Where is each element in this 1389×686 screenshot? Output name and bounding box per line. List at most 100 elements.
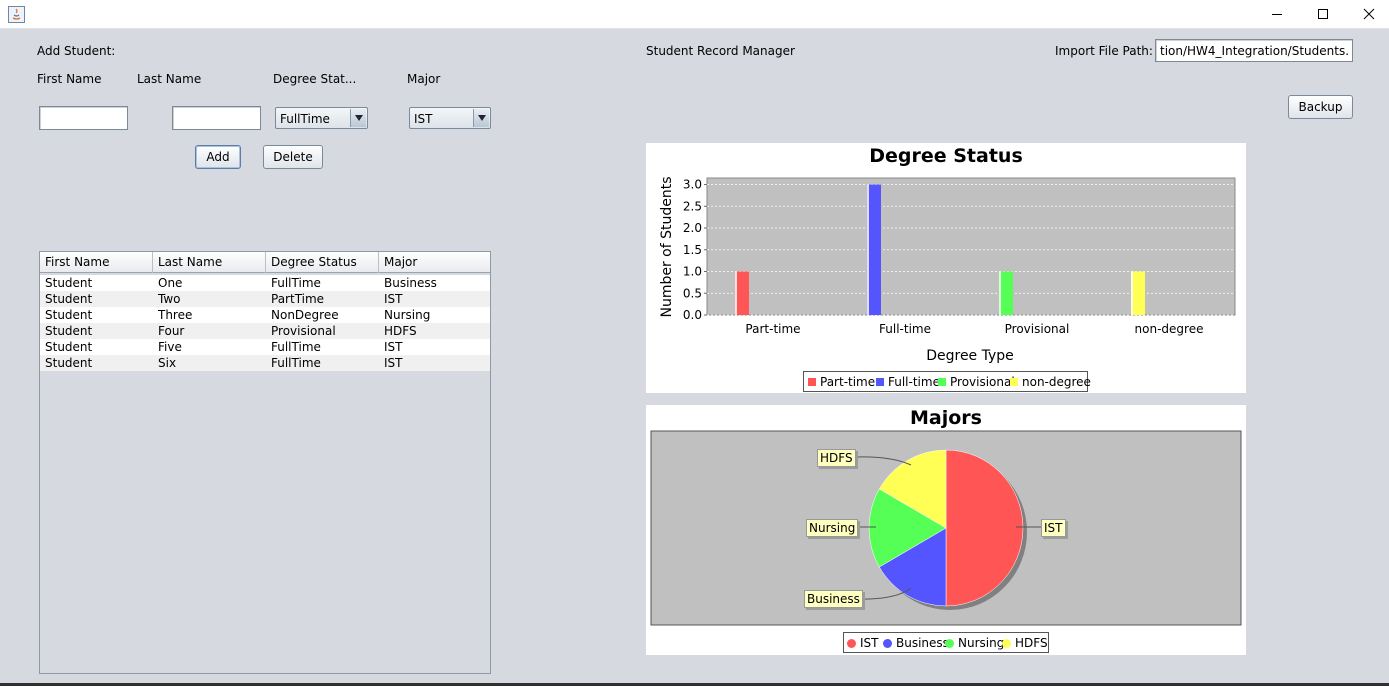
main-panel: Add Student: First Name Last Name Degree…	[0, 29, 1389, 686]
y-tick-label: 1.0	[683, 265, 702, 279]
maximize-button[interactable]	[1300, 0, 1346, 29]
bar-chart-legend: Part-time Full-time Provisional non-degr…	[803, 371, 1091, 392]
bar-highlight	[1131, 271, 1133, 315]
table-cell: Student	[45, 324, 93, 338]
add-student-label: Add Student:	[37, 44, 116, 58]
legend-label: Full-time	[888, 375, 940, 389]
bar-highlight	[999, 271, 1001, 315]
table-cell: IST	[384, 292, 403, 306]
column-header-last-name[interactable]: Last Name	[153, 252, 266, 273]
degree-status-label: Degree Stat...	[273, 72, 357, 86]
bar-highlight	[735, 271, 737, 315]
pie-chart-plot	[650, 430, 1242, 626]
legend-item: Part-time	[808, 375, 875, 389]
table-cell: Nursing	[384, 308, 431, 322]
column-header-degree-status[interactable]: Degree Status	[266, 252, 379, 273]
table-cell: Four	[158, 324, 185, 338]
import-file-path-label: Import File Path:	[1055, 44, 1153, 58]
table-cell: FullTime	[271, 356, 321, 370]
table-cell: PartTime	[271, 292, 325, 306]
chevron-down-icon	[473, 109, 489, 127]
table-row[interactable]: Student Five FullTime IST	[40, 339, 490, 355]
legend-swatch	[945, 639, 954, 648]
table-cell: Student	[45, 356, 93, 370]
column-header-major[interactable]: Major	[379, 252, 490, 273]
legend-label: Part-time	[820, 375, 876, 389]
pie-chart-legend: IST Business Nursing HDFS	[843, 632, 1049, 653]
table-cell: Provisional	[271, 324, 336, 338]
table-cell: Student	[45, 276, 93, 290]
legend-swatch	[1002, 639, 1011, 648]
degree-status-select[interactable]: FullTime	[275, 107, 368, 129]
table-cell: FullTime	[271, 276, 321, 290]
legend-swatch	[876, 378, 884, 386]
degree-status-value: FullTime	[280, 112, 330, 126]
legend-item: Business	[883, 636, 949, 650]
table-row[interactable]: Student Six FullTime IST	[40, 355, 490, 371]
column-header-first-name[interactable]: First Name	[40, 252, 153, 273]
table-cell: Six	[158, 356, 177, 370]
table-row[interactable]: Student Four Provisional HDFS	[40, 323, 490, 339]
legend-item: Provisional	[938, 375, 1015, 389]
major-value: IST	[414, 112, 433, 126]
last-name-field[interactable]	[172, 106, 261, 130]
major-label: Major	[407, 72, 441, 86]
major-select[interactable]: IST	[409, 107, 491, 129]
legend-label: Nursing	[958, 636, 1005, 650]
y-tick-label: 0.5	[683, 286, 702, 300]
add-button[interactable]: Add	[195, 145, 241, 169]
table-header: First Name Last Name Degree Status Major	[40, 252, 490, 273]
table-cell: IST	[384, 356, 403, 370]
legend-label: Business	[896, 636, 949, 650]
legend-label: HDFS	[1015, 636, 1048, 650]
legend-label: Provisional	[950, 375, 1015, 389]
legend-item: Full-time	[876, 375, 940, 389]
java-icon	[8, 6, 25, 23]
legend-swatch	[847, 639, 856, 648]
y-tick-label: 2.5	[683, 199, 702, 213]
x-axis-label: Degree Type	[926, 348, 1014, 364]
chevron-down-icon	[350, 109, 366, 127]
app-title: Student Record Manager	[646, 44, 795, 58]
import-file-path-field[interactable]	[1155, 39, 1353, 62]
delete-button[interactable]: Delete	[263, 145, 323, 169]
table-cell: Three	[158, 308, 193, 322]
bar-chart-plot: 0.0 0.5 1.0 1.5 2.0 2.5 3.0 Part-time Full-time…	[659, 176, 1236, 364]
pie-label-hdfs: HDFS	[817, 449, 856, 467]
first-name-field[interactable]	[39, 106, 128, 130]
student-table[interactable]: First Name Last Name Degree Status Major…	[39, 251, 491, 674]
bar	[867, 184, 881, 315]
table-row[interactable]: Student Two PartTime IST	[40, 291, 490, 307]
plot-area	[706, 177, 1236, 316]
pie-label-ist: IST	[1041, 519, 1066, 537]
backup-button[interactable]: Backup	[1288, 95, 1353, 119]
legend-swatch	[938, 378, 946, 386]
x-tick-label: Full-time	[879, 322, 931, 336]
legend-label: non-degree	[1022, 375, 1091, 389]
x-tick-label: non-degree	[1135, 322, 1204, 336]
table-row[interactable]: Student Three NonDegree Nursing	[40, 307, 490, 323]
table-cell: Student	[45, 308, 93, 322]
legend-item: HDFS	[1002, 636, 1048, 650]
legend-swatch	[808, 378, 816, 386]
table-cell: HDFS	[384, 324, 417, 338]
table-cell: Student	[45, 340, 93, 354]
minimize-icon	[1272, 14, 1282, 15]
window-title-bar	[0, 0, 1389, 29]
x-tick-label: Part-time	[745, 322, 800, 336]
table-cell: Two	[158, 292, 181, 306]
bar-highlight	[867, 184, 869, 315]
legend-swatch	[883, 639, 892, 648]
degree-status-chart: Degree Status 0.0 0.5 1.0 1.5 2.0 2.5 3.0 Part…	[646, 143, 1246, 393]
table-cell: NonDegree	[271, 308, 339, 322]
y-tick-label: 2.0	[683, 221, 702, 235]
minimize-button[interactable]	[1254, 0, 1300, 29]
table-cell: FullTime	[271, 340, 321, 354]
close-button[interactable]	[1346, 0, 1389, 29]
last-name-label: Last Name	[137, 72, 202, 86]
table-row[interactable]: Student One FullTime Business	[40, 275, 490, 291]
first-name-label: First Name	[37, 72, 102, 86]
x-tick-label: Provisional	[1005, 322, 1070, 336]
legend-item: non-degree	[1010, 375, 1091, 389]
y-axis-label: Number of Students	[659, 176, 675, 317]
